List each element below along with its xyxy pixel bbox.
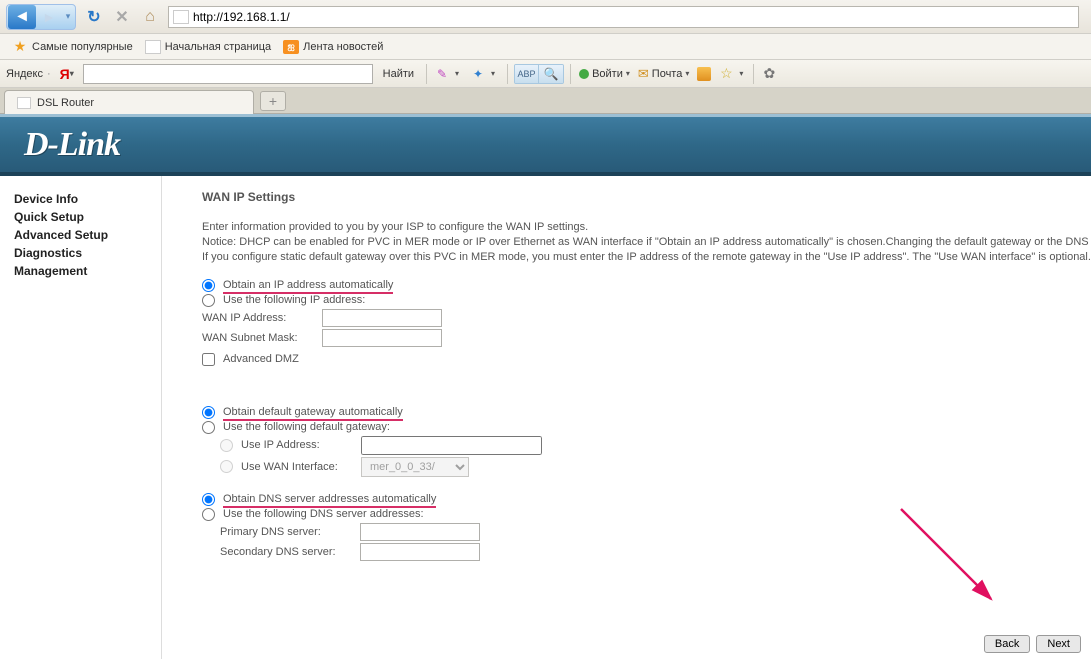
bookmark-label: Самые популярные [32, 41, 133, 53]
label-dns-auto: Obtain DNS server addresses automaticall… [223, 493, 436, 505]
tab-dsl-router[interactable]: DSL Router [4, 90, 254, 114]
nav-forward-button[interactable]: ► [37, 5, 61, 29]
wand-icon[interactable]: ✎ [433, 65, 451, 83]
star-icon: ★ [12, 40, 28, 54]
mail-link[interactable]: ✉ Почта ▾ [636, 66, 691, 82]
translate-icon[interactable]: ✦ [469, 65, 487, 83]
star-outline-icon[interactable]: ☆ [717, 65, 735, 83]
separator [426, 64, 427, 84]
label-dns-static: Use the following DNS server addresses: [223, 508, 424, 520]
nav-back-button[interactable]: ◄ [8, 5, 36, 29]
input-dns-secondary[interactable] [360, 543, 480, 561]
gateway-section: Obtain default gateway automatically Use… [202, 406, 1091, 477]
separator [753, 64, 754, 84]
select-wan-if[interactable]: mer_0_0_33/ [361, 457, 469, 477]
label-use-ip: Use IP Address: [241, 439, 353, 451]
sidebar: Device Info Quick Setup Advanced Setup D… [0, 176, 162, 659]
bookmark-label: Лента новостей [303, 41, 383, 53]
login-link[interactable]: Войти ▾ [577, 68, 632, 80]
sidebar-item-device-info[interactable]: Device Info [14, 190, 151, 208]
sidebar-item-diagnostics[interactable]: Diagnostics [14, 244, 151, 262]
bookmark-home[interactable]: Начальная страница [141, 38, 275, 56]
input-gw-ip[interactable] [361, 436, 542, 455]
radio-use-ip[interactable] [220, 439, 233, 452]
radio-ip-static[interactable] [202, 294, 215, 307]
page-icon [17, 97, 31, 109]
tab-title: DSL Router [37, 97, 94, 109]
label-use-wan-if: Use WAN Interface: [241, 461, 353, 473]
radio-dns-static[interactable] [202, 508, 215, 521]
label-wan-mask: WAN Subnet Mask: [202, 332, 322, 344]
separator [507, 64, 508, 84]
brand-banner: D-Link [0, 114, 1091, 176]
stop-icon[interactable]: ✕ [112, 7, 132, 27]
radio-dns-auto[interactable] [202, 493, 215, 506]
page-title: WAN IP Settings [202, 190, 1091, 204]
label-wan-ip: WAN IP Address: [202, 312, 322, 324]
main-content: WAN IP Settings Enter information provid… [162, 176, 1091, 659]
label-gw-auto: Obtain default gateway automatically [223, 406, 403, 418]
label-gw-static: Use the following default gateway: [223, 421, 390, 433]
input-wan-mask[interactable] [322, 329, 442, 347]
reload-icon[interactable]: ↻ [84, 7, 104, 27]
new-tab-button[interactable]: + [260, 91, 286, 111]
label-ip-auto: Obtain an IP address automatically [223, 279, 393, 291]
yandex-find-button[interactable]: Найти [377, 66, 420, 82]
shield-icon[interactable] [695, 65, 713, 83]
ip-section: Obtain an IP address automatically Use t… [202, 279, 1091, 366]
url-input[interactable] [193, 10, 1074, 24]
form-buttons: Back Next [984, 635, 1081, 653]
status-dot-icon [579, 69, 589, 79]
label-dns-primary: Primary DNS server: [220, 526, 360, 538]
router-page: Device Info Quick Setup Advanced Setup D… [0, 176, 1091, 659]
spell-icon[interactable]: 🔍 [539, 65, 563, 83]
label-adv-dmz: Advanced DMZ [223, 353, 299, 365]
browser-nav-bar: ◄ ► ▾ ↻ ✕ ⌂ [0, 0, 1091, 34]
label-ip-static: Use the following IP address: [223, 294, 365, 306]
sidebar-item-quick-setup[interactable]: Quick Setup [14, 208, 151, 226]
radio-ip-auto[interactable] [202, 279, 215, 292]
sidebar-item-management[interactable]: Management [14, 262, 151, 280]
url-bar [168, 6, 1079, 28]
next-button[interactable]: Next [1036, 635, 1081, 653]
home-icon[interactable]: ⌂ [140, 7, 160, 27]
dlink-logo: D-Link [24, 126, 120, 164]
bookmark-label: Начальная страница [165, 41, 271, 53]
nav-history-dropdown[interactable]: ▾ [61, 5, 75, 29]
radio-use-wan-if[interactable] [220, 460, 233, 473]
mail-label: Почта [652, 68, 683, 80]
bookmark-news[interactable]: ஐ Лента новостей [279, 38, 387, 56]
separator: · [47, 68, 51, 80]
favicon-icon [173, 10, 189, 24]
bookmarks-bar: ★ Самые популярные Начальная страница ஐ … [0, 34, 1091, 60]
nav-history-group: ◄ ► ▾ [6, 4, 76, 30]
yandex-label: Яндекс [6, 68, 43, 80]
radio-gw-auto[interactable] [202, 406, 215, 419]
input-wan-ip[interactable] [322, 309, 442, 327]
sidebar-item-advanced-setup[interactable]: Advanced Setup [14, 226, 151, 244]
page-description: Enter information provided to you by you… [202, 220, 1091, 265]
gear-icon[interactable]: ✿ [760, 65, 778, 83]
radio-gw-static[interactable] [202, 421, 215, 434]
dns-section: Obtain DNS server addresses automaticall… [202, 493, 1091, 561]
label-dns-secondary: Secondary DNS server: [220, 546, 360, 558]
rss-icon: ஐ [283, 40, 299, 54]
mail-icon: ✉ [638, 66, 649, 82]
input-dns-primary[interactable] [360, 523, 480, 541]
login-label: Войти [592, 68, 623, 80]
yandex-logo-icon[interactable]: Я▾ [55, 65, 79, 83]
tab-strip: DSL Router + [0, 88, 1091, 114]
yandex-extra-group: ABP 🔍 [514, 64, 564, 84]
checkbox-adv-dmz[interactable] [202, 353, 215, 366]
bookmark-popular[interactable]: ★ Самые популярные [8, 38, 137, 56]
separator [570, 64, 571, 84]
yandex-search-input[interactable] [83, 64, 373, 84]
page-icon [145, 40, 161, 54]
keyboard-icon[interactable]: ABP [515, 65, 539, 83]
yandex-toolbar: Яндекс · Я▾ Найти ✎ ✦ ABP 🔍 Войти ▾ ✉ По… [0, 60, 1091, 88]
back-button[interactable]: Back [984, 635, 1030, 653]
